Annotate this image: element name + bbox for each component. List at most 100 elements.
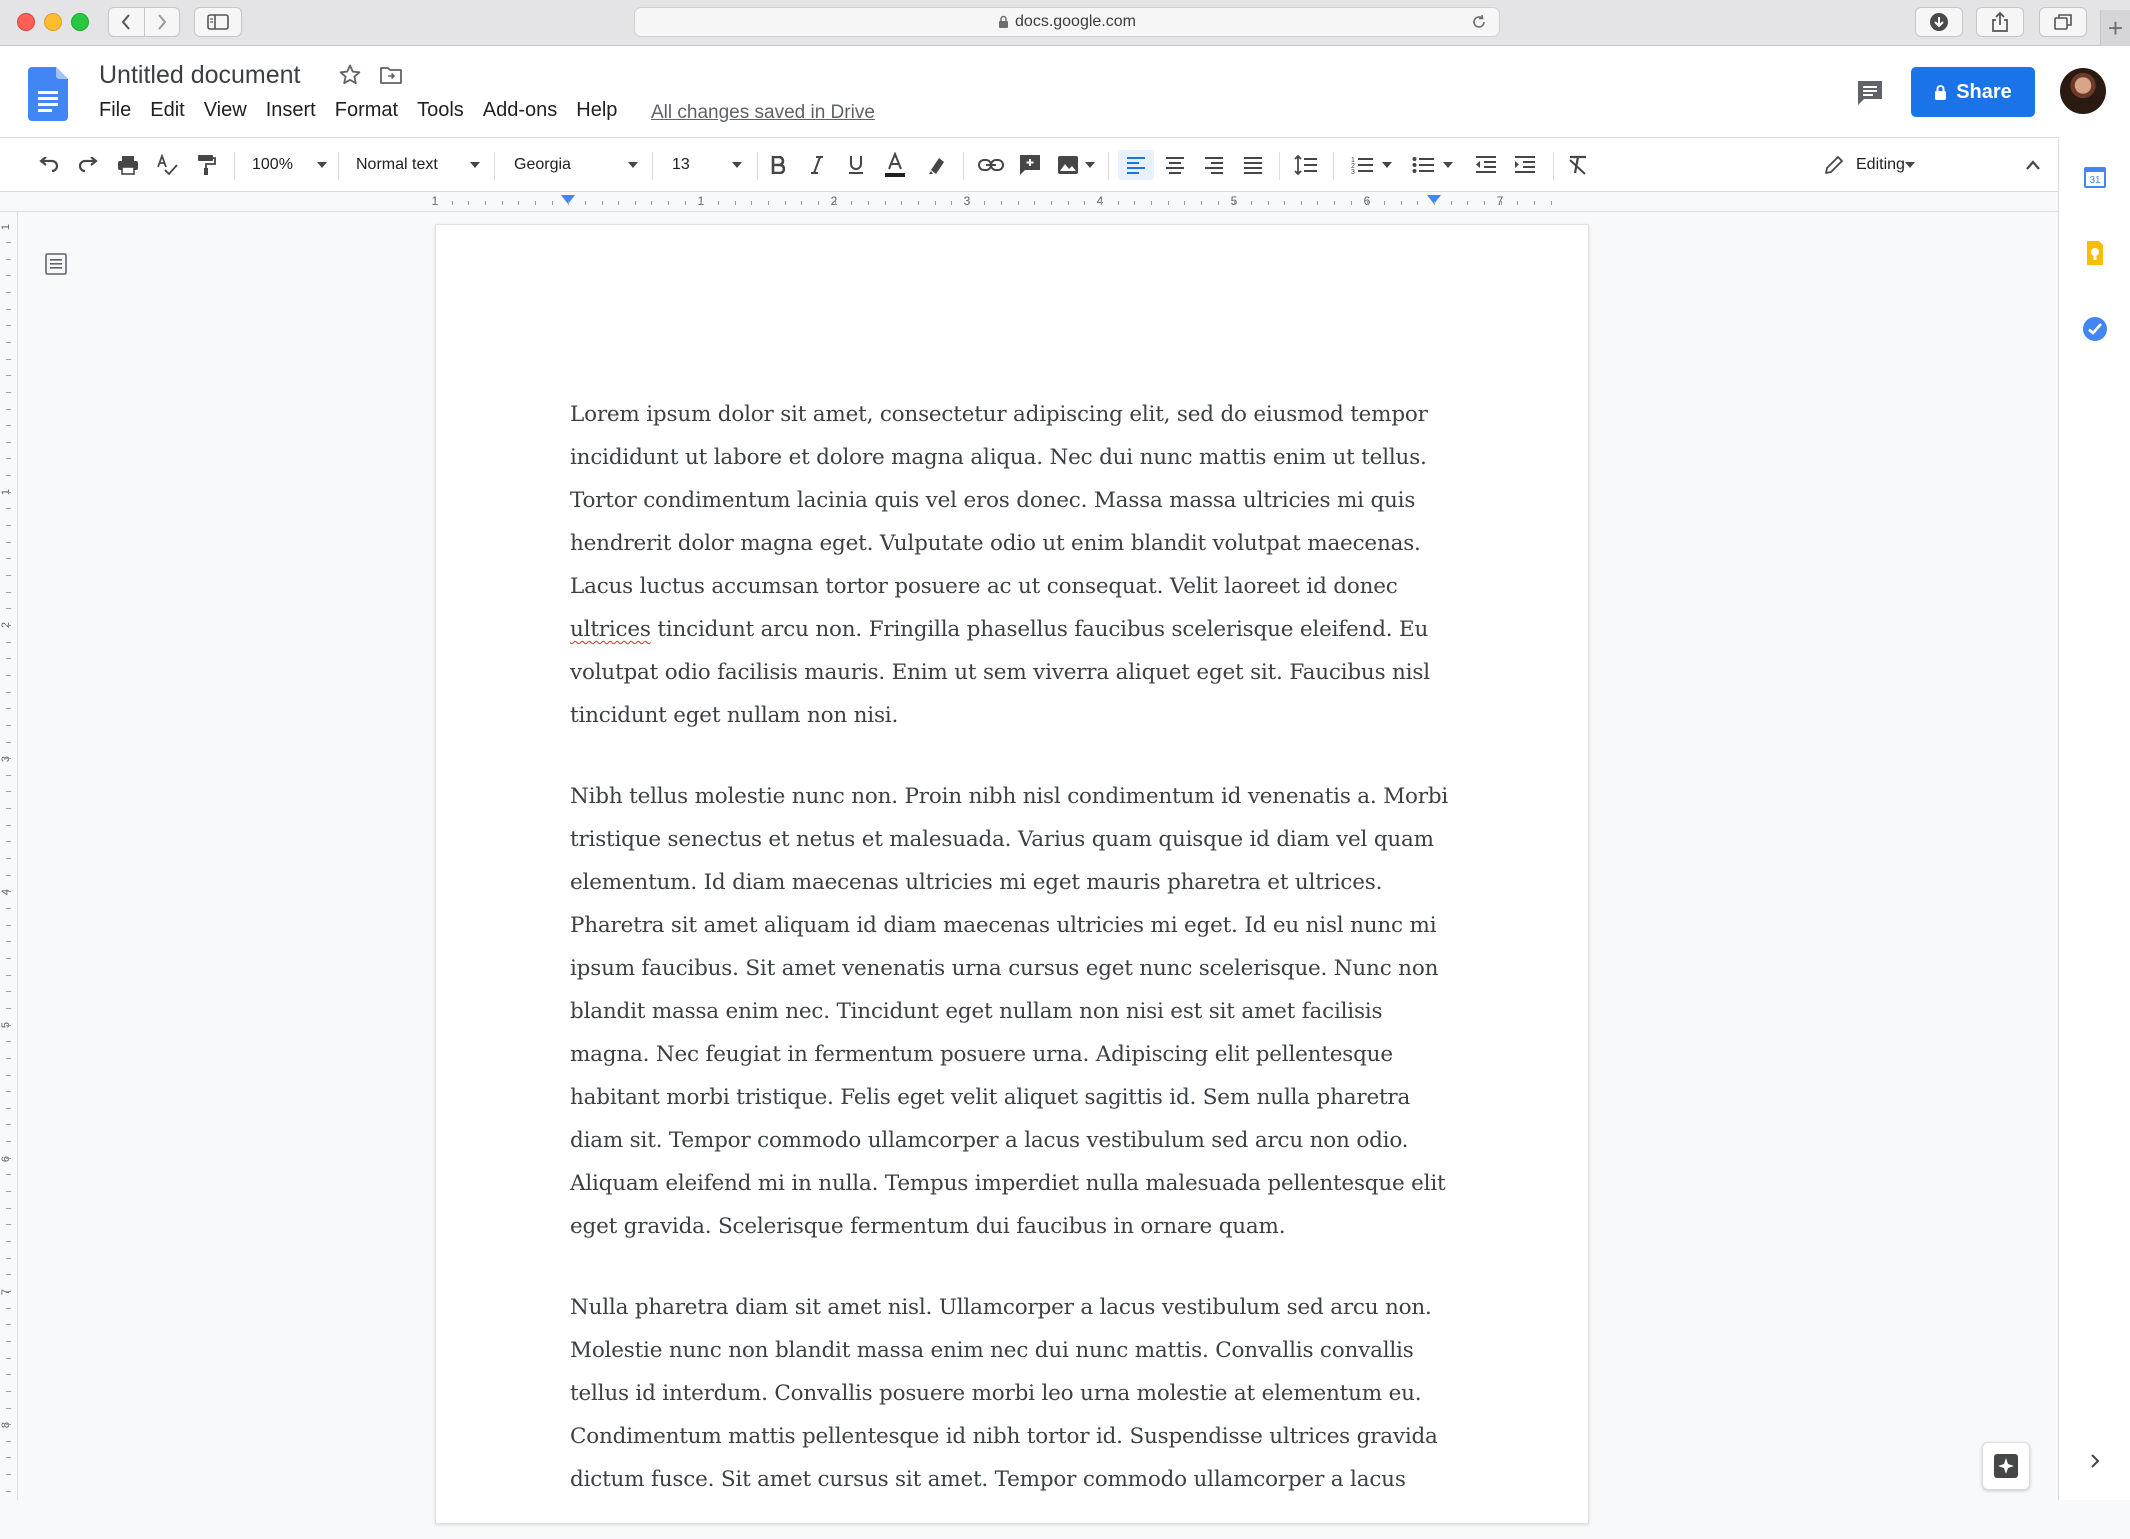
editing-mode-dropdown[interactable]: Editing (1824, 150, 2004, 180)
reload-icon[interactable] (1471, 14, 1487, 35)
outline-icon (44, 252, 68, 276)
v-ruler-tick (6, 675, 11, 676)
document-title[interactable]: Untitled document (99, 61, 301, 90)
insert-link-button[interactable] (976, 150, 1006, 180)
paragraph[interactable]: Lorem ipsum dolor sit amet, consectetur … (570, 393, 1455, 737)
align-center-icon (1165, 156, 1185, 174)
avatar[interactable] (2060, 68, 2106, 114)
ruler-tick (868, 201, 869, 205)
collapse-menus-button[interactable] (2018, 150, 2048, 180)
italic-button[interactable] (802, 150, 832, 180)
keep-button[interactable] (2081, 239, 2109, 267)
v-ruler-tick (6, 1374, 11, 1375)
numbered-list-button[interactable]: 123 (1345, 150, 1397, 180)
download-icon (1929, 12, 1949, 32)
menu-view[interactable]: View (204, 99, 247, 122)
ruler-tick (1034, 201, 1035, 205)
menu-help[interactable]: Help (576, 99, 617, 122)
menu-add-ons[interactable]: Add-ons (483, 99, 558, 122)
zoom-dropdown[interactable]: 100% (252, 150, 327, 180)
document-outline-button[interactable] (44, 252, 68, 281)
ruler-tick (935, 201, 936, 205)
justify-button[interactable] (1237, 150, 1269, 180)
expand-side-panel-button[interactable] (2081, 1447, 2109, 1475)
misspelled-word[interactable]: ultrices (570, 617, 651, 642)
paragraph-style-dropdown[interactable]: Normal text (356, 150, 480, 180)
menu-insert[interactable]: Insert (266, 99, 316, 122)
decrease-indent-icon (1475, 155, 1497, 175)
add-comment-button[interactable] (1015, 150, 1045, 180)
sidebar-toggle-button[interactable] (194, 7, 242, 37)
menu-bar: File Edit View Insert Format Tools Add-o… (99, 99, 636, 122)
increase-indent-button[interactable] (1510, 150, 1540, 180)
move-folder-icon[interactable] (379, 65, 403, 90)
ruler-tick (1501, 201, 1502, 205)
address-bar[interactable]: docs.google.com (634, 7, 1500, 37)
align-center-button[interactable] (1159, 150, 1191, 180)
menu-file[interactable]: File (99, 99, 131, 122)
text-color-button[interactable] (880, 150, 910, 180)
clear-formatting-button[interactable] (1563, 150, 1593, 180)
decrease-indent-button[interactable] (1471, 150, 1501, 180)
tab-overview-button[interactable] (2039, 7, 2087, 37)
tasks-button[interactable] (2081, 315, 2109, 343)
zoom-value: 100% (252, 156, 293, 174)
highlight-color-button[interactable] (922, 150, 952, 180)
paint-format-button[interactable] (191, 150, 221, 180)
underline-button[interactable] (841, 150, 871, 180)
downloads-button[interactable] (1915, 7, 1963, 37)
line-spacing-button[interactable] (1291, 150, 1321, 180)
explore-button[interactable] (1982, 1442, 2030, 1490)
v-ruler-tick (6, 242, 11, 243)
bulleted-list-icon (1412, 155, 1434, 175)
insert-image-button[interactable] (1053, 150, 1099, 180)
redo-button[interactable] (73, 150, 103, 180)
align-right-icon (1204, 156, 1224, 174)
v-ruler-tick (6, 1108, 11, 1109)
bulleted-list-button[interactable] (1406, 150, 1458, 180)
spellcheck-button[interactable] (152, 150, 182, 180)
document-body[interactable]: Lorem ipsum dolor sit amet, consectetur … (570, 393, 1455, 1539)
new-tab-button[interactable]: + (2100, 10, 2130, 46)
ruler-tick (1401, 201, 1402, 205)
zoom-window-button[interactable] (71, 13, 89, 31)
document-page[interactable]: Lorem ipsum dolor sit amet, consectetur … (435, 224, 1589, 1524)
font-family-value: Georgia (514, 156, 571, 174)
docs-logo-icon[interactable] (28, 67, 68, 121)
print-button[interactable] (113, 150, 143, 180)
font-family-dropdown[interactable]: Georgia (514, 150, 638, 180)
menu-tools[interactable]: Tools (417, 99, 464, 122)
ruler-tick (668, 201, 669, 205)
undo-button[interactable] (34, 150, 64, 180)
print-icon (117, 155, 139, 175)
font-size-dropdown[interactable]: 13 (672, 150, 742, 180)
lock-icon (998, 15, 1009, 29)
bold-button[interactable] (763, 150, 793, 180)
ruler-tick (618, 201, 619, 205)
back-button[interactable] (109, 8, 144, 36)
star-icon[interactable] (338, 63, 362, 92)
v-ruler-tick (6, 625, 11, 626)
v-ruler-tick (6, 708, 11, 709)
paragraph[interactable]: Nibh tellus molestie nunc non. Proin nib… (570, 775, 1455, 1248)
share-page-button[interactable] (1976, 7, 2024, 37)
comment-history-button[interactable] (1850, 73, 1890, 113)
v-ruler-tick (6, 508, 11, 509)
spellcheck-icon (156, 154, 178, 176)
align-left-button[interactable] (1118, 150, 1154, 180)
close-window-button[interactable] (17, 13, 35, 31)
chevron-down-icon (470, 162, 480, 168)
align-left-icon (1126, 156, 1146, 174)
forward-button[interactable] (144, 8, 180, 36)
v-ruler-tick (6, 1324, 11, 1325)
share-button[interactable]: Share (1911, 67, 2035, 117)
paragraph[interactable]: Nulla pharetra diam sit amet nisl. Ullam… (570, 1286, 1455, 1501)
document-canvas: Lorem ipsum dolor sit amet, consectetur … (18, 212, 2058, 1500)
menu-edit[interactable]: Edit (150, 99, 184, 122)
align-right-button[interactable] (1198, 150, 1230, 180)
minimize-window-button[interactable] (44, 13, 62, 31)
calendar-button[interactable]: 31 (2081, 163, 2109, 191)
menu-format[interactable]: Format (335, 99, 398, 122)
ruler-tick (1251, 201, 1252, 205)
save-status-link[interactable]: All changes saved in Drive (651, 102, 875, 124)
